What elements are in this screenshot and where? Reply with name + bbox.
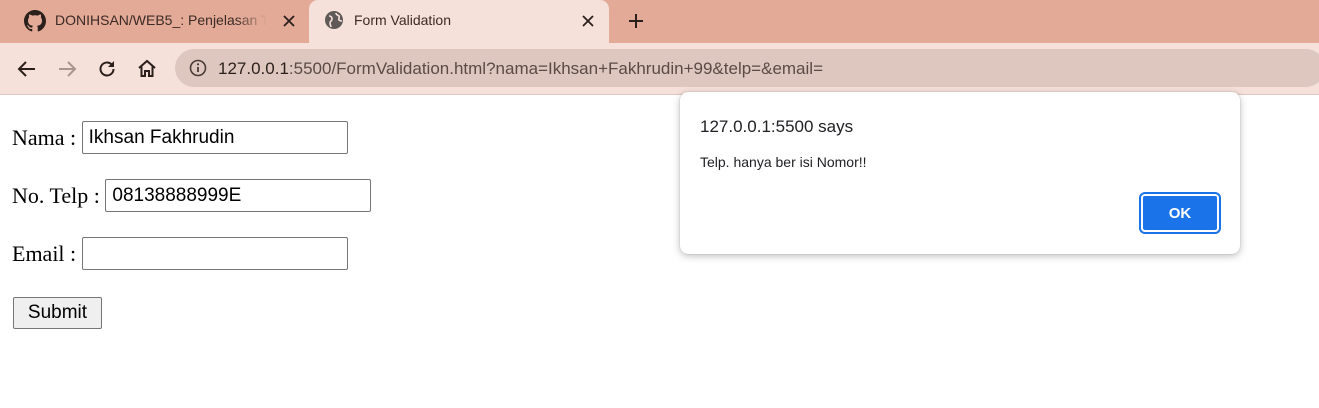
home-icon[interactable] — [133, 55, 161, 83]
url-host: 127.0.0.1 — [218, 59, 289, 78]
tab-form-validation[interactable]: Form Validation — [309, 0, 609, 43]
close-icon[interactable] — [578, 11, 598, 31]
ok-button[interactable]: OK — [1139, 192, 1221, 234]
github-icon — [24, 10, 46, 32]
tab-github[interactable]: DONIHSAN/WEB5_: Penjelasan T — [0, 0, 309, 43]
telp-label: No. Telp : — [12, 182, 106, 208]
reload-icon[interactable] — [93, 55, 121, 83]
submit-button[interactable]: Submit — [13, 297, 102, 329]
url-text: 127.0.0.1:5500/FormValidation.html?nama=… — [218, 59, 823, 79]
address-bar[interactable]: 127.0.0.1:5500/FormValidation.html?nama=… — [175, 49, 1319, 87]
dialog-title: 127.0.0.1:5500 says — [700, 117, 854, 136]
url-path: :5500/FormValidation.html?nama=Ikhsan+Fa… — [288, 59, 823, 78]
tab-title: DONIHSAN/WEB5_: Penjelasan T — [55, 12, 267, 28]
dialog-message: Telp. hanya ber isi Nomor!! — [700, 154, 867, 170]
email-label: Email : — [12, 240, 82, 266]
nama-label: Nama : — [12, 124, 82, 150]
back-arrow-icon[interactable] — [13, 55, 41, 83]
nama-row: Nama : — [12, 121, 348, 154]
nama-input[interactable] — [81, 121, 348, 154]
close-icon[interactable] — [279, 11, 299, 31]
globe-icon — [324, 10, 346, 32]
browser-toolbar: 127.0.0.1:5500/FormValidation.html?nama=… — [0, 43, 1319, 95]
new-tab-icon[interactable] — [624, 9, 648, 33]
email-row: Email : — [12, 237, 348, 270]
tab-strip: DONIHSAN/WEB5_: Penjelasan T Form Valida… — [0, 0, 1319, 43]
forward-arrow-icon[interactable] — [53, 55, 81, 83]
tab-title: Form Validation — [354, 12, 452, 28]
telp-input[interactable] — [105, 179, 372, 212]
alert-dialog: 127.0.0.1:5500 says Telp. hanya ber isi … — [680, 92, 1240, 254]
telp-row: No. Telp : — [12, 179, 372, 212]
info-icon[interactable] — [189, 59, 207, 77]
email-input[interactable] — [81, 237, 348, 270]
